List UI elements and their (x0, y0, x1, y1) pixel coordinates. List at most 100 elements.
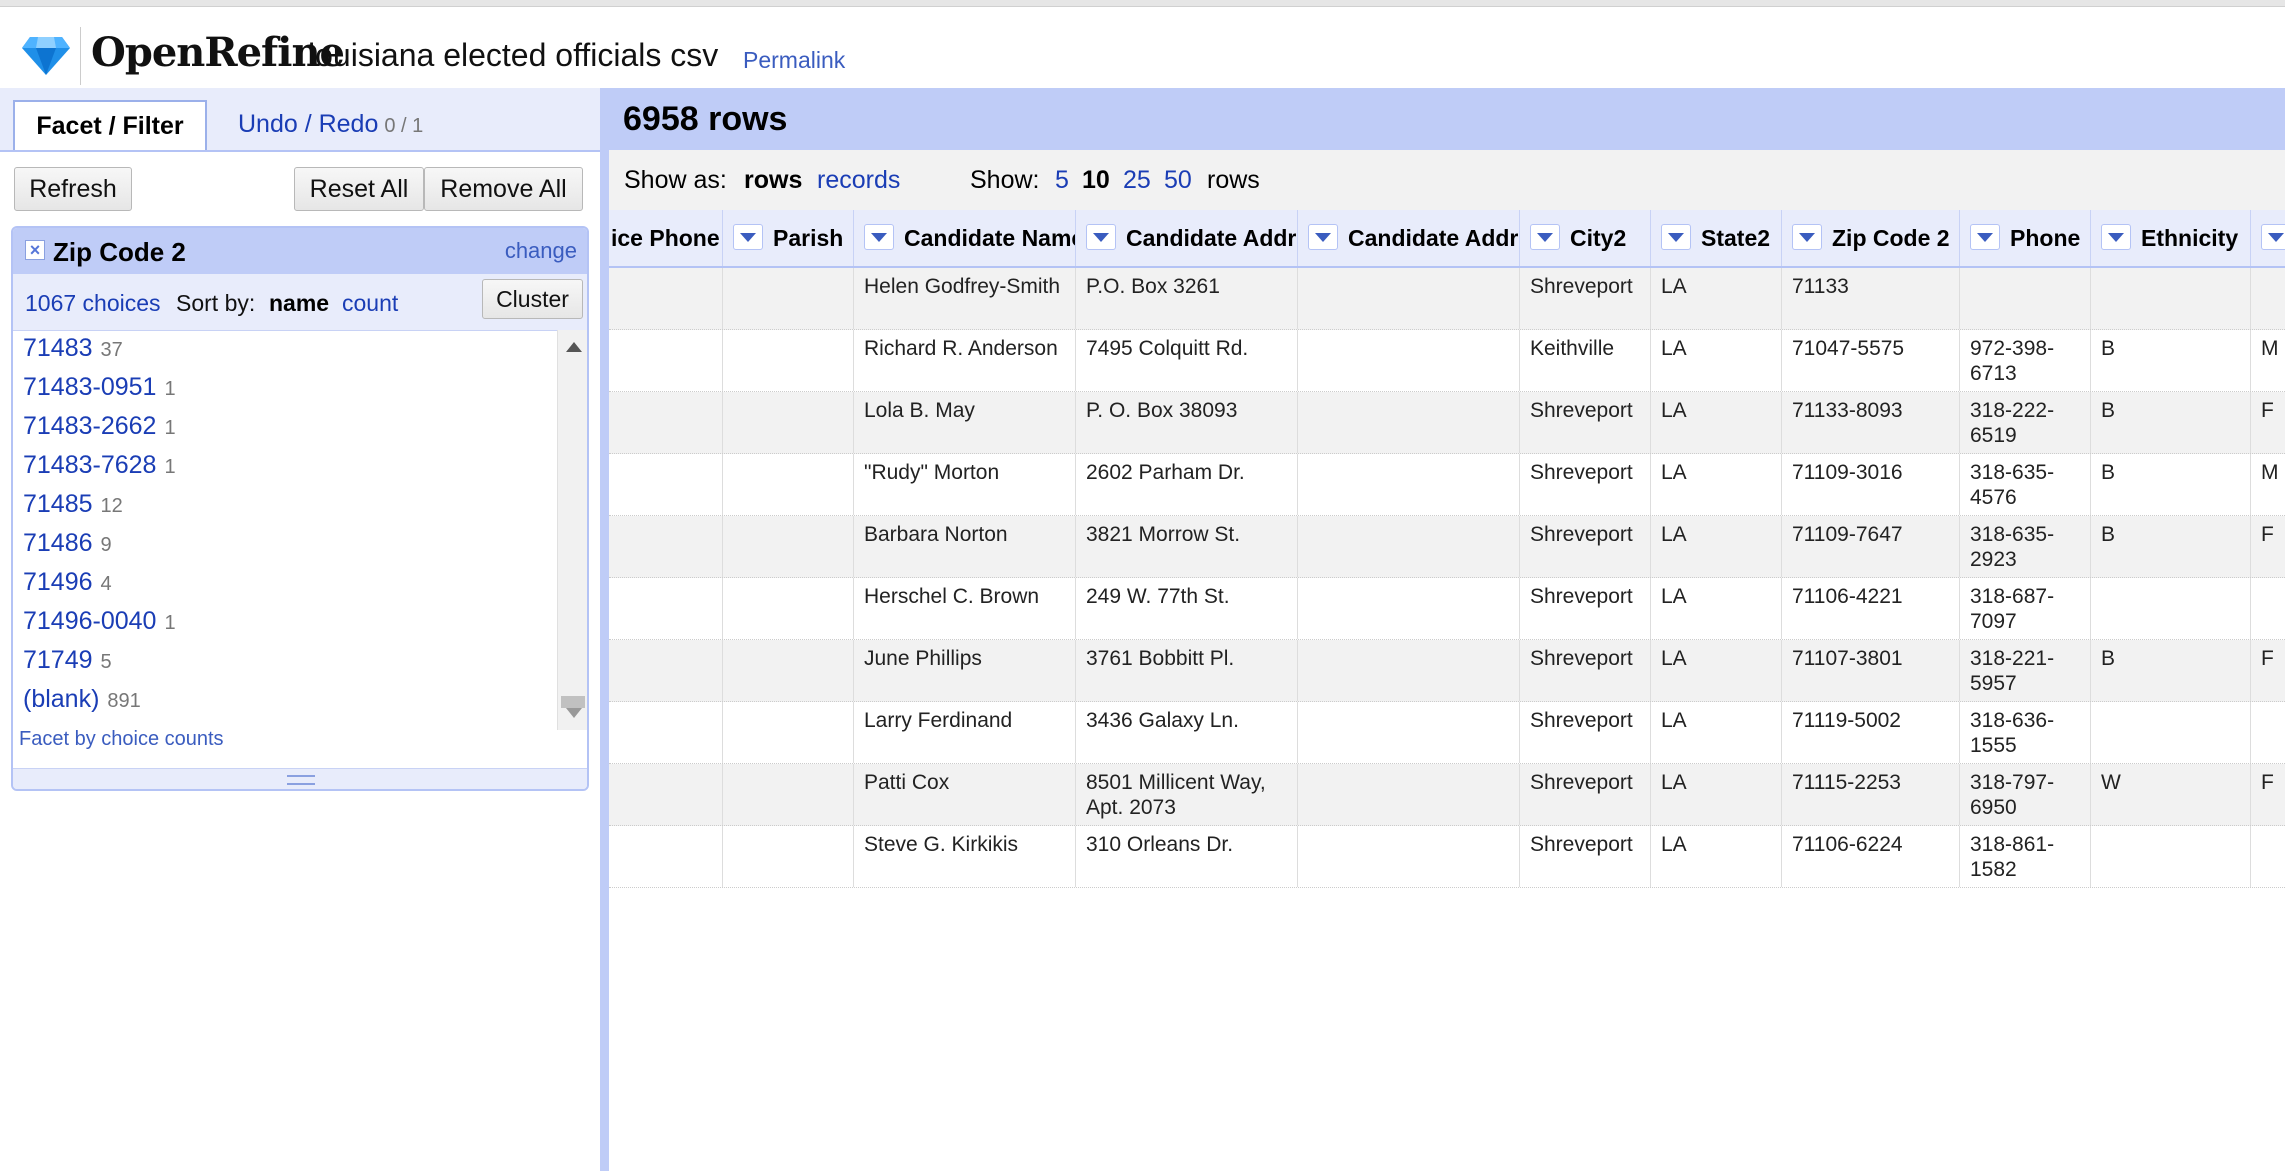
column-header[interactable]: Parish (723, 210, 854, 266)
table-cell[interactable] (723, 392, 854, 453)
table-cell[interactable]: "Rudy" Morton (854, 454, 1076, 515)
table-cell[interactable]: LA (1651, 702, 1782, 763)
table-cell[interactable] (723, 826, 854, 887)
table-cell[interactable]: 318-636-1555 (1960, 702, 2091, 763)
table-cell[interactable] (2251, 268, 2285, 329)
table-cell[interactable]: 71133-8093 (1782, 392, 1960, 453)
table-cell[interactable] (723, 640, 854, 701)
table-cell[interactable]: LA (1651, 764, 1782, 825)
page-size-10[interactable]: 10 (1082, 166, 1110, 195)
table-cell[interactable]: B (2091, 516, 2251, 577)
table-row[interactable]: June Phillips 3761 Bobbitt Pl. Shreveport L… (609, 640, 2285, 702)
table-cell[interactable]: 71133 (1782, 268, 1960, 329)
column-menu-dropdown-icon[interactable] (1086, 224, 1116, 250)
close-icon[interactable]: × (25, 240, 45, 260)
table-cell[interactable]: 318-635-2923 (1960, 516, 2091, 577)
scroll-thumb[interactable] (561, 696, 585, 708)
table-cell[interactable] (1298, 392, 1520, 453)
table-cell[interactable]: 310 Orleans Dr. (1076, 826, 1298, 887)
project-title[interactable]: louisiana elected officials csv (308, 37, 718, 74)
column-menu-dropdown-icon[interactable] (1308, 224, 1338, 250)
table-cell[interactable]: Helen Godfrey-Smith (854, 268, 1076, 329)
table-cell[interactable] (723, 330, 854, 391)
table-cell[interactable] (723, 268, 854, 329)
facet-choice[interactable]: 71485 12 (23, 490, 123, 519)
column-menu-dropdown-icon[interactable] (1530, 224, 1560, 250)
table-cell[interactable]: M (2251, 454, 2285, 515)
column-header[interactable]: State2 (1651, 210, 1782, 266)
table-row[interactable]: Steve G. Kirkikis 310 Orleans Dr. Shrevepo… (609, 826, 2285, 888)
table-cell[interactable]: 71106-6224 (1782, 826, 1960, 887)
table-cell[interactable]: 7495 Colquitt Rd. (1076, 330, 1298, 391)
table-cell[interactable]: 71047-5575 (1782, 330, 1960, 391)
table-cell[interactable]: LA (1651, 578, 1782, 639)
table-cell[interactable] (1298, 578, 1520, 639)
panel-splitter[interactable] (600, 88, 609, 1171)
show-as-rows[interactable]: rows (744, 166, 802, 195)
facet-by-choice-counts-link[interactable]: Facet by choice counts (19, 728, 224, 751)
table-cell[interactable]: LA (1651, 268, 1782, 329)
table-cell[interactable]: 318-687-7097 (1960, 578, 2091, 639)
page-size-50[interactable]: 50 (1164, 166, 1192, 195)
facet-choice[interactable]: 71483 37 (23, 334, 123, 363)
table-cell[interactable]: 3821 Morrow St. (1076, 516, 1298, 577)
table-cell[interactable]: F (2251, 392, 2285, 453)
table-cell[interactable] (1298, 330, 1520, 391)
table-cell[interactable]: 3436 Galaxy Ln. (1076, 702, 1298, 763)
table-cell[interactable] (609, 578, 723, 639)
tab-facet-filter[interactable]: Facet / Filter (13, 100, 207, 150)
column-header[interactable]: Ethnicity (2091, 210, 2251, 266)
column-menu-dropdown-icon[interactable] (1661, 224, 1691, 250)
table-cell[interactable]: 71109-3016 (1782, 454, 1960, 515)
facet-change-link[interactable]: change (505, 238, 577, 264)
table-cell[interactable]: Steve G. Kirkikis (854, 826, 1076, 887)
facet-choice[interactable]: 71483-2662 1 (23, 412, 176, 441)
table-cell[interactable]: Lola B. May (854, 392, 1076, 453)
table-cell[interactable]: LA (1651, 330, 1782, 391)
reset-all-button[interactable]: Reset All (294, 167, 424, 211)
column-menu-dropdown-icon[interactable] (2261, 224, 2285, 250)
table-cell[interactable]: B (2091, 454, 2251, 515)
table-cell[interactable]: 318-221-5957 (1960, 640, 2091, 701)
facet-choice[interactable]: 71486 9 (23, 529, 112, 558)
permalink-link[interactable]: Permalink (743, 47, 845, 74)
refresh-button[interactable]: Refresh (14, 167, 132, 211)
scroll-up-icon[interactable] (566, 342, 582, 352)
table-cell[interactable]: F (2251, 764, 2285, 825)
table-cell[interactable]: LA (1651, 454, 1782, 515)
table-cell[interactable] (609, 454, 723, 515)
table-row[interactable]: Helen Godfrey-Smith P.O. Box 3261 Shrevepo… (609, 268, 2285, 330)
table-cell[interactable]: June Phillips (854, 640, 1076, 701)
table-cell[interactable]: 71109-7647 (1782, 516, 1960, 577)
table-cell[interactable]: 318-861-1582 (1960, 826, 2091, 887)
table-cell[interactable]: Shreveport (1520, 268, 1651, 329)
table-cell[interactable] (723, 516, 854, 577)
table-cell[interactable] (609, 764, 723, 825)
column-header[interactable]: Candidate Addre (1076, 210, 1298, 266)
column-menu-dropdown-icon[interactable] (733, 224, 763, 250)
table-cell[interactable] (609, 826, 723, 887)
table-cell[interactable] (609, 640, 723, 701)
table-row[interactable]: Herschel C. Brown 249 W. 77th St. Shrevepo… (609, 578, 2285, 640)
table-cell[interactable]: W (2091, 764, 2251, 825)
table-cell[interactable] (2091, 268, 2251, 329)
table-cell[interactable] (2251, 578, 2285, 639)
column-menu-dropdown-icon[interactable] (2101, 224, 2131, 250)
page-size-25[interactable]: 25 (1123, 166, 1151, 195)
column-header[interactable]: Candidate Addre (1298, 210, 1520, 266)
table-cell[interactable] (1298, 826, 1520, 887)
table-cell[interactable]: B (2091, 330, 2251, 391)
table-cell[interactable]: P.O. Box 3261 (1076, 268, 1298, 329)
table-cell[interactable]: P. O. Box 38093 (1076, 392, 1298, 453)
table-cell[interactable]: Shreveport (1520, 392, 1651, 453)
table-row[interactable]: Lola B. May P. O. Box 38093 Shreveport LA 71… (609, 392, 2285, 454)
table-cell[interactable]: 71107-3801 (1782, 640, 1960, 701)
table-cell[interactable]: Shreveport (1520, 764, 1651, 825)
column-header[interactable]: Phone (1960, 210, 2091, 266)
table-cell[interactable]: 318-635-4576 (1960, 454, 2091, 515)
page-size-5[interactable]: 5 (1055, 166, 1069, 195)
table-cell[interactable] (1298, 702, 1520, 763)
facet-choice[interactable]: 71483-0951 1 (23, 373, 176, 402)
table-cell[interactable]: F (2251, 516, 2285, 577)
column-header[interactable]: Candidate Name (854, 210, 1076, 266)
